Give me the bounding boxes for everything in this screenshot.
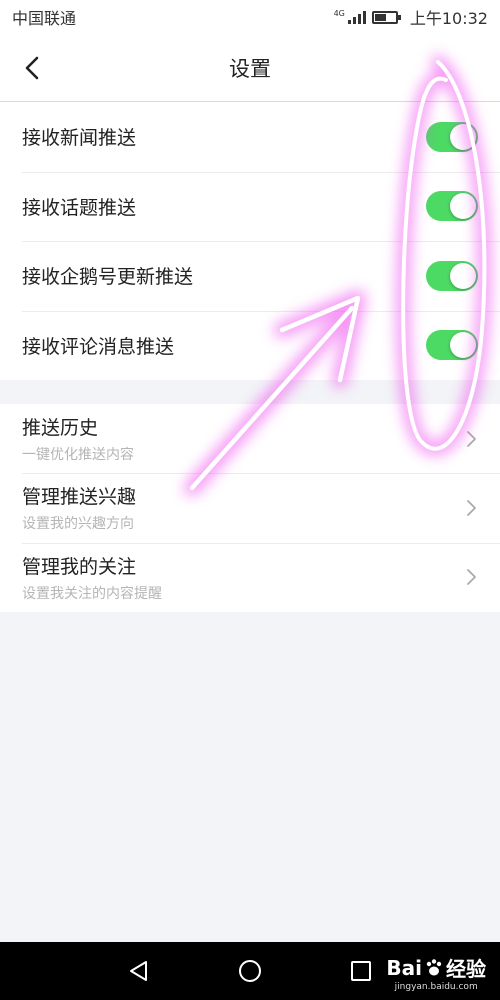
watermark-url: jingyan.baidu.com: [394, 982, 478, 992]
push-links-group: 推送历史 一键优化推送内容 管理推送兴趣 设置我的兴趣方向 管理我的关注 设置我…: [0, 404, 500, 612]
status-indicators: 4G 上午10:32: [334, 5, 488, 29]
paw-icon: [426, 958, 442, 975]
system-navigation-bar: Bai 经验 jingyan.baidu.com: [0, 942, 500, 1000]
setting-row-comments: 接收评论消息推送: [0, 310, 500, 381]
list-item-title: 管理推送兴趣: [22, 486, 137, 509]
home-circle-icon[interactable]: [238, 959, 262, 983]
network-type: 4G: [333, 9, 345, 18]
list-item-title: 推送历史: [22, 417, 99, 440]
setting-label: 接收评论消息推送: [22, 335, 175, 358]
list-item-subtitle: 设置我关注的内容提醒: [22, 585, 162, 602]
setting-label: 接收新闻推送: [22, 127, 137, 150]
signal-icon: 4G: [334, 10, 366, 24]
setting-label: 接收企鹅号更新推送: [22, 266, 194, 289]
setting-row-news: 接收新闻推送: [0, 102, 500, 172]
news-push-toggle[interactable]: [426, 121, 478, 152]
push-history-item[interactable]: 推送历史 一键优化推送内容: [0, 404, 500, 473]
topic-push-toggle[interactable]: [426, 191, 478, 222]
penguin-update-push-toggle[interactable]: [426, 260, 478, 291]
manage-interests-item[interactable]: 管理推送兴趣 设置我的兴趣方向: [0, 473, 500, 542]
setting-row-topics: 接收话题推送: [0, 171, 500, 242]
baidu-watermark: Bai 经验 jingyan.baidu.com: [386, 953, 486, 993]
recents-square-icon[interactable]: [350, 960, 372, 982]
chevron-right-icon: [467, 569, 476, 586]
manage-follows-item[interactable]: 管理我的关注 设置我关注的内容提醒: [0, 542, 500, 612]
list-item-subtitle: 设置我的兴趣方向: [22, 516, 134, 533]
push-settings-group: 接收新闻推送 接收话题推送 接收企鹅号更新推送 接收评论消息推送: [0, 102, 500, 380]
header: 设置: [0, 34, 500, 102]
list-item-subtitle: 一键优化推送内容: [22, 447, 134, 464]
status-bar: 中国联通 4G 上午10:32: [0, 0, 500, 34]
page-title: 设置: [229, 56, 271, 81]
chevron-right-icon: [467, 430, 476, 447]
carrier-name: 中国联通: [12, 9, 77, 28]
status-time: 上午10:32: [409, 9, 488, 28]
list-item-title: 管理我的关注: [22, 555, 137, 578]
back-button[interactable]: [14, 50, 50, 86]
chevron-right-icon: [467, 500, 476, 516]
comment-push-toggle[interactable]: [426, 330, 478, 361]
battery-icon: [371, 10, 401, 24]
watermark-brand: Bai: [386, 955, 422, 980]
watermark-brand-suffix: 经验: [446, 957, 486, 981]
setting-label: 接收话题推送: [22, 196, 137, 219]
setting-row-penguin: 接收企鹅号更新推送: [0, 241, 500, 311]
back-triangle-icon[interactable]: [128, 960, 150, 982]
chevron-left-icon: [25, 56, 39, 80]
